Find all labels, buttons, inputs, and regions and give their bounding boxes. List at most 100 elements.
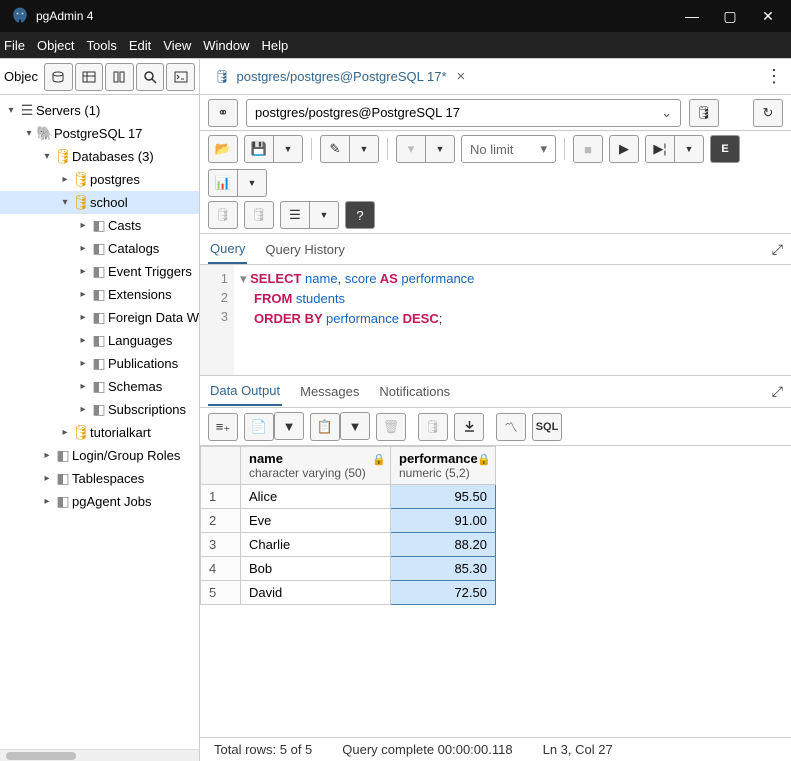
tree-item[interactable]: pgAgent Jobs <box>72 494 152 509</box>
kebab-menu[interactable]: ⋮ <box>765 66 783 87</box>
twisty[interactable]: ▾ <box>58 197 72 208</box>
sidebar-tool-1[interactable] <box>44 63 73 91</box>
limit-select[interactable]: No limit▾ <box>461 135 556 163</box>
new-connection-button[interactable]: 🛢 <box>689 99 719 127</box>
save-data-button[interactable]: 🛢 <box>418 413 448 441</box>
tab-notifications[interactable]: Notifications <box>377 378 452 405</box>
connection-status-icon[interactable]: ⚭ <box>208 99 238 127</box>
add-row-button[interactable]: ≡₊ <box>208 413 238 441</box>
twisty[interactable]: ▸ <box>76 404 90 415</box>
table-row[interactable]: 2Eve91.00 <box>201 509 496 533</box>
close-button[interactable]: ✕ <box>749 8 787 25</box>
tree-tutorial[interactable]: tutorialkart <box>90 425 151 440</box>
tree-item[interactable]: Event Triggers <box>108 264 192 279</box>
minimize-button[interactable]: — <box>673 8 711 24</box>
tab-data-output[interactable]: Data Output <box>208 377 282 406</box>
execute-dropdown[interactable]: ▼ <box>674 135 704 163</box>
menu-help[interactable]: Help <box>262 38 289 53</box>
sql-editor[interactable]: 123 ▾ SELECT name, score AS performance … <box>200 265 791 375</box>
analyze-button[interactable]: 📊 <box>208 169 238 197</box>
twisty[interactable]: ▾ <box>22 128 36 139</box>
reset-button[interactable]: ↻ <box>753 99 783 127</box>
tree-item[interactable]: Languages <box>108 333 172 348</box>
twisty[interactable]: ▾ <box>40 151 54 162</box>
table-row[interactable]: 4Bob85.30 <box>201 557 496 581</box>
tree-school[interactable]: school <box>90 195 128 210</box>
tree-item[interactable]: Login/Group Roles <box>72 448 180 463</box>
edit-dropdown[interactable]: ▼ <box>349 135 379 163</box>
main-tab[interactable]: 🛢 postgres/postgres@PostgreSQL 17* × <box>208 68 471 85</box>
table-row[interactable]: 5David72.50 <box>201 581 496 605</box>
execute-button[interactable]: ▶ <box>609 135 639 163</box>
twisty[interactable]: ▸ <box>58 427 72 438</box>
twisty[interactable]: ▸ <box>76 312 90 323</box>
tree-item[interactable]: Schemas <box>108 379 162 394</box>
execute-options[interactable]: ▶¦ <box>645 135 675 163</box>
tree-databases[interactable]: Databases (3) <box>72 149 154 164</box>
twisty[interactable]: ▸ <box>40 473 54 484</box>
tree-item[interactable]: Casts <box>108 218 141 233</box>
rollback-button[interactable]: 🛢 <box>244 201 274 229</box>
sidebar-tool-3[interactable] <box>105 63 134 91</box>
graph-visualizer-button[interactable]: 〽 <box>496 413 526 441</box>
close-tab-icon[interactable]: × <box>457 68 466 85</box>
tree-item[interactable]: Catalogs <box>108 241 159 256</box>
twisty[interactable]: ▾ <box>4 105 18 116</box>
tab-query-history[interactable]: Query History <box>263 236 346 263</box>
object-tree[interactable]: ▾☰Servers (1) ▾🐘PostgreSQL 17 ▾🛢Database… <box>0 95 199 749</box>
edit-button[interactable]: ✎ <box>320 135 350 163</box>
twisty[interactable]: ▸ <box>76 358 90 369</box>
results-grid[interactable]: namecharacter varying (50)🔒 performancen… <box>200 445 791 737</box>
twisty[interactable]: ▸ <box>58 174 72 185</box>
delete-row-button[interactable]: 🗑 <box>376 413 406 441</box>
twisty[interactable]: ▸ <box>76 220 90 231</box>
analyze-dropdown[interactable]: ▼ <box>237 169 267 197</box>
download-button[interactable] <box>454 413 484 441</box>
menu-tools[interactable]: Tools <box>87 38 117 53</box>
explain-button[interactable]: E <box>710 135 740 163</box>
twisty[interactable]: ▸ <box>76 266 90 277</box>
tree-item[interactable]: Extensions <box>108 287 172 302</box>
sql-button[interactable]: SQL <box>532 413 562 441</box>
tree-item[interactable]: Foreign Data W <box>108 310 199 325</box>
twisty[interactable]: ▸ <box>40 450 54 461</box>
copy-dropdown[interactable]: ▼ <box>274 412 304 440</box>
menu-edit[interactable]: Edit <box>129 38 151 53</box>
twisty[interactable]: ▸ <box>76 381 90 392</box>
col-performance[interactable]: performancenumeric (5,2)🔒 <box>391 447 496 485</box>
twisty[interactable]: ▸ <box>76 289 90 300</box>
menu-view[interactable]: View <box>163 38 191 53</box>
filter-dropdown[interactable]: ▼ <box>425 135 455 163</box>
help-button[interactable]: ? <box>345 201 375 229</box>
macros-button[interactable]: ☰ <box>280 201 310 229</box>
sidebar-search[interactable] <box>136 63 165 91</box>
tree-pg[interactable]: PostgreSQL 17 <box>54 126 142 141</box>
twisty[interactable]: ▸ <box>76 243 90 254</box>
expand-editor-icon[interactable]: ⤢ <box>772 241 783 258</box>
row-header[interactable] <box>201 447 241 485</box>
menu-object[interactable]: Object <box>37 38 75 53</box>
tree-servers[interactable]: Servers (1) <box>36 103 100 118</box>
sidebar-terminal[interactable] <box>166 63 195 91</box>
tree-item[interactable]: Subscriptions <box>108 402 186 417</box>
stop-button[interactable]: ■ <box>573 135 603 163</box>
tree-item[interactable]: Publications <box>108 356 178 371</box>
open-file-button[interactable]: 📂 <box>208 135 238 163</box>
twisty[interactable]: ▸ <box>76 335 90 346</box>
commit-button[interactable]: 🛢 <box>208 201 238 229</box>
connection-select[interactable]: postgres/postgres@PostgreSQL 17 ⌄ <box>246 99 681 127</box>
tab-query[interactable]: Query <box>208 235 247 264</box>
tree-postgres[interactable]: postgres <box>90 172 140 187</box>
expand-output-icon[interactable]: ⤢ <box>772 383 783 400</box>
paste-button[interactable]: 📋 <box>310 413 340 441</box>
twisty[interactable]: ▸ <box>40 496 54 507</box>
table-row[interactable]: 3Charlie88.20 <box>201 533 496 557</box>
save-button[interactable]: 💾 <box>244 135 274 163</box>
sidebar-tool-2[interactable] <box>75 63 104 91</box>
tab-messages[interactable]: Messages <box>298 378 361 405</box>
save-dropdown[interactable]: ▼ <box>273 135 303 163</box>
menu-window[interactable]: Window <box>203 38 249 53</box>
sidebar-scrollbar[interactable] <box>0 749 199 761</box>
menu-file[interactable]: File <box>4 38 25 53</box>
macros-dropdown[interactable]: ▼ <box>309 201 339 229</box>
